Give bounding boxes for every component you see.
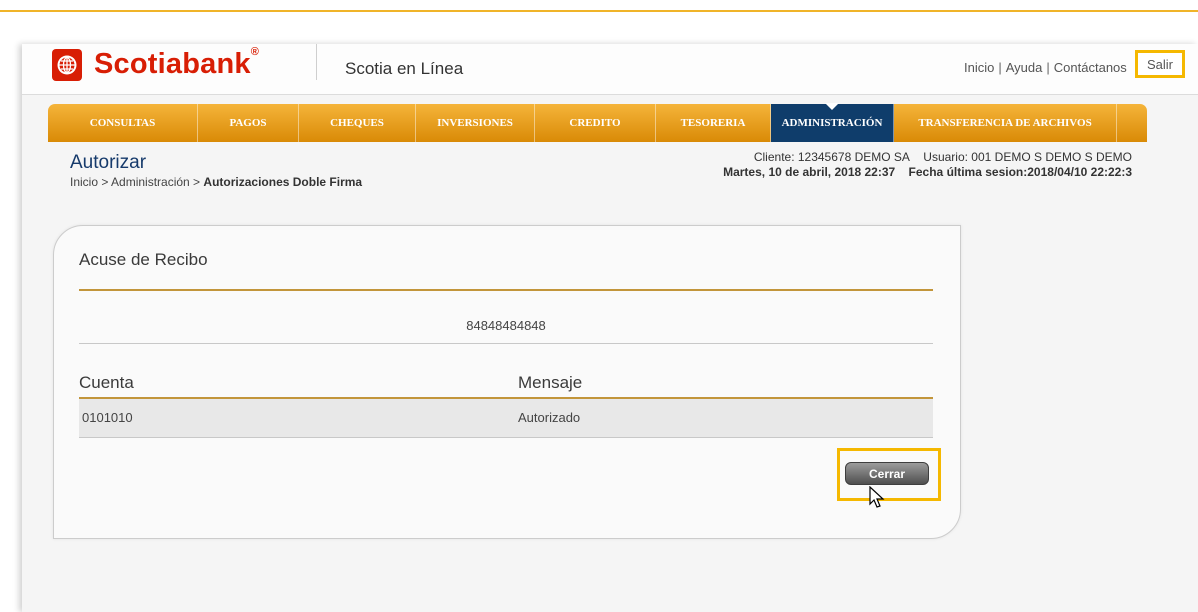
column-header-cuenta: Cuenta bbox=[79, 373, 134, 392]
scotiabank-globe-icon bbox=[52, 49, 82, 81]
cerrar-button[interactable]: Cerrar bbox=[845, 462, 929, 485]
registered-mark: ® bbox=[250, 45, 260, 58]
scotiabank-logo[interactable]: Scotiabank® bbox=[52, 46, 259, 82]
nav-item-tesoreria[interactable]: TESORERIA bbox=[656, 104, 771, 142]
app-name: Scotia en Línea bbox=[345, 59, 464, 78]
reference-divider bbox=[79, 343, 933, 344]
inicio-link[interactable]: Inicio bbox=[964, 60, 994, 75]
main-nav: CONSULTAS PAGOS CHEQUES INVERSIONES CRED… bbox=[48, 103, 1147, 142]
header: Scotiabank® Scotia en Línea Inicio | Ayu… bbox=[22, 44, 1198, 95]
breadcrumb: Inicio > Administración > Autorizaciones… bbox=[70, 175, 362, 189]
link-separator: | bbox=[1046, 60, 1050, 75]
page-container: Scotiabank® Scotia en Línea Inicio | Ayu… bbox=[22, 44, 1198, 612]
contactanos-link[interactable]: Contáctanos bbox=[1054, 60, 1127, 75]
table-row: 0101010 Autorizado bbox=[79, 399, 933, 438]
nav-item-administracion[interactable]: ADMINISTRACIÓN bbox=[771, 103, 894, 142]
session-info: Cliente: 12345678 DEMO SA Usuario: 001 D… bbox=[723, 150, 1132, 180]
receipt-title: Acuse de Recibo bbox=[79, 250, 208, 269]
nav-item-credito[interactable]: CREDITO bbox=[535, 104, 656, 142]
nav-item-consultas[interactable]: CONSULTAS bbox=[48, 104, 198, 142]
nav-item-cheques[interactable]: CHEQUES bbox=[299, 104, 416, 142]
cell-mensaje: Autorizado bbox=[518, 410, 581, 425]
last-session: Fecha última sesion:2018/04/10 22:22:3 bbox=[908, 165, 1132, 179]
nav-item-inversiones[interactable]: INVERSIONES bbox=[416, 104, 535, 142]
brand-name: Scotiabank bbox=[94, 47, 251, 80]
top-accent-line bbox=[0, 10, 1198, 12]
usuario-info: Usuario: 001 DEMO S DEMO S DEMO bbox=[923, 150, 1132, 164]
salir-link[interactable]: Salir bbox=[1135, 50, 1185, 78]
mouse-pointer-icon bbox=[869, 486, 885, 508]
nav-item-pagos[interactable]: PAGOS bbox=[198, 104, 299, 142]
cell-cuenta: 0101010 bbox=[82, 410, 133, 425]
breadcrumb-path[interactable]: Inicio > Administración > bbox=[70, 175, 203, 189]
nav-item-transferencia-de-archivos[interactable]: TRANSFERENCIA DE ARCHIVOS bbox=[894, 104, 1117, 142]
reference-number: 84848484848 bbox=[466, 318, 546, 333]
current-date: Martes, 10 de abril, 2018 22:37 bbox=[723, 165, 896, 179]
ayuda-link[interactable]: Ayuda bbox=[1006, 60, 1043, 75]
breadcrumb-current: Autorizaciones Doble Firma bbox=[203, 175, 363, 189]
top-links: Inicio | Ayuda | Contáctanos bbox=[964, 60, 1127, 75]
link-separator: | bbox=[998, 60, 1002, 75]
receipt-card: Acuse de Recibo 84848484848 Cuenta Mensa… bbox=[53, 225, 961, 539]
title-divider bbox=[79, 289, 933, 291]
page-title: Autorizar bbox=[70, 152, 147, 173]
cliente-info: Cliente: 12345678 DEMO SA bbox=[753, 150, 910, 164]
column-header-mensaje: Mensaje bbox=[518, 373, 583, 392]
logo-divider bbox=[316, 44, 317, 80]
